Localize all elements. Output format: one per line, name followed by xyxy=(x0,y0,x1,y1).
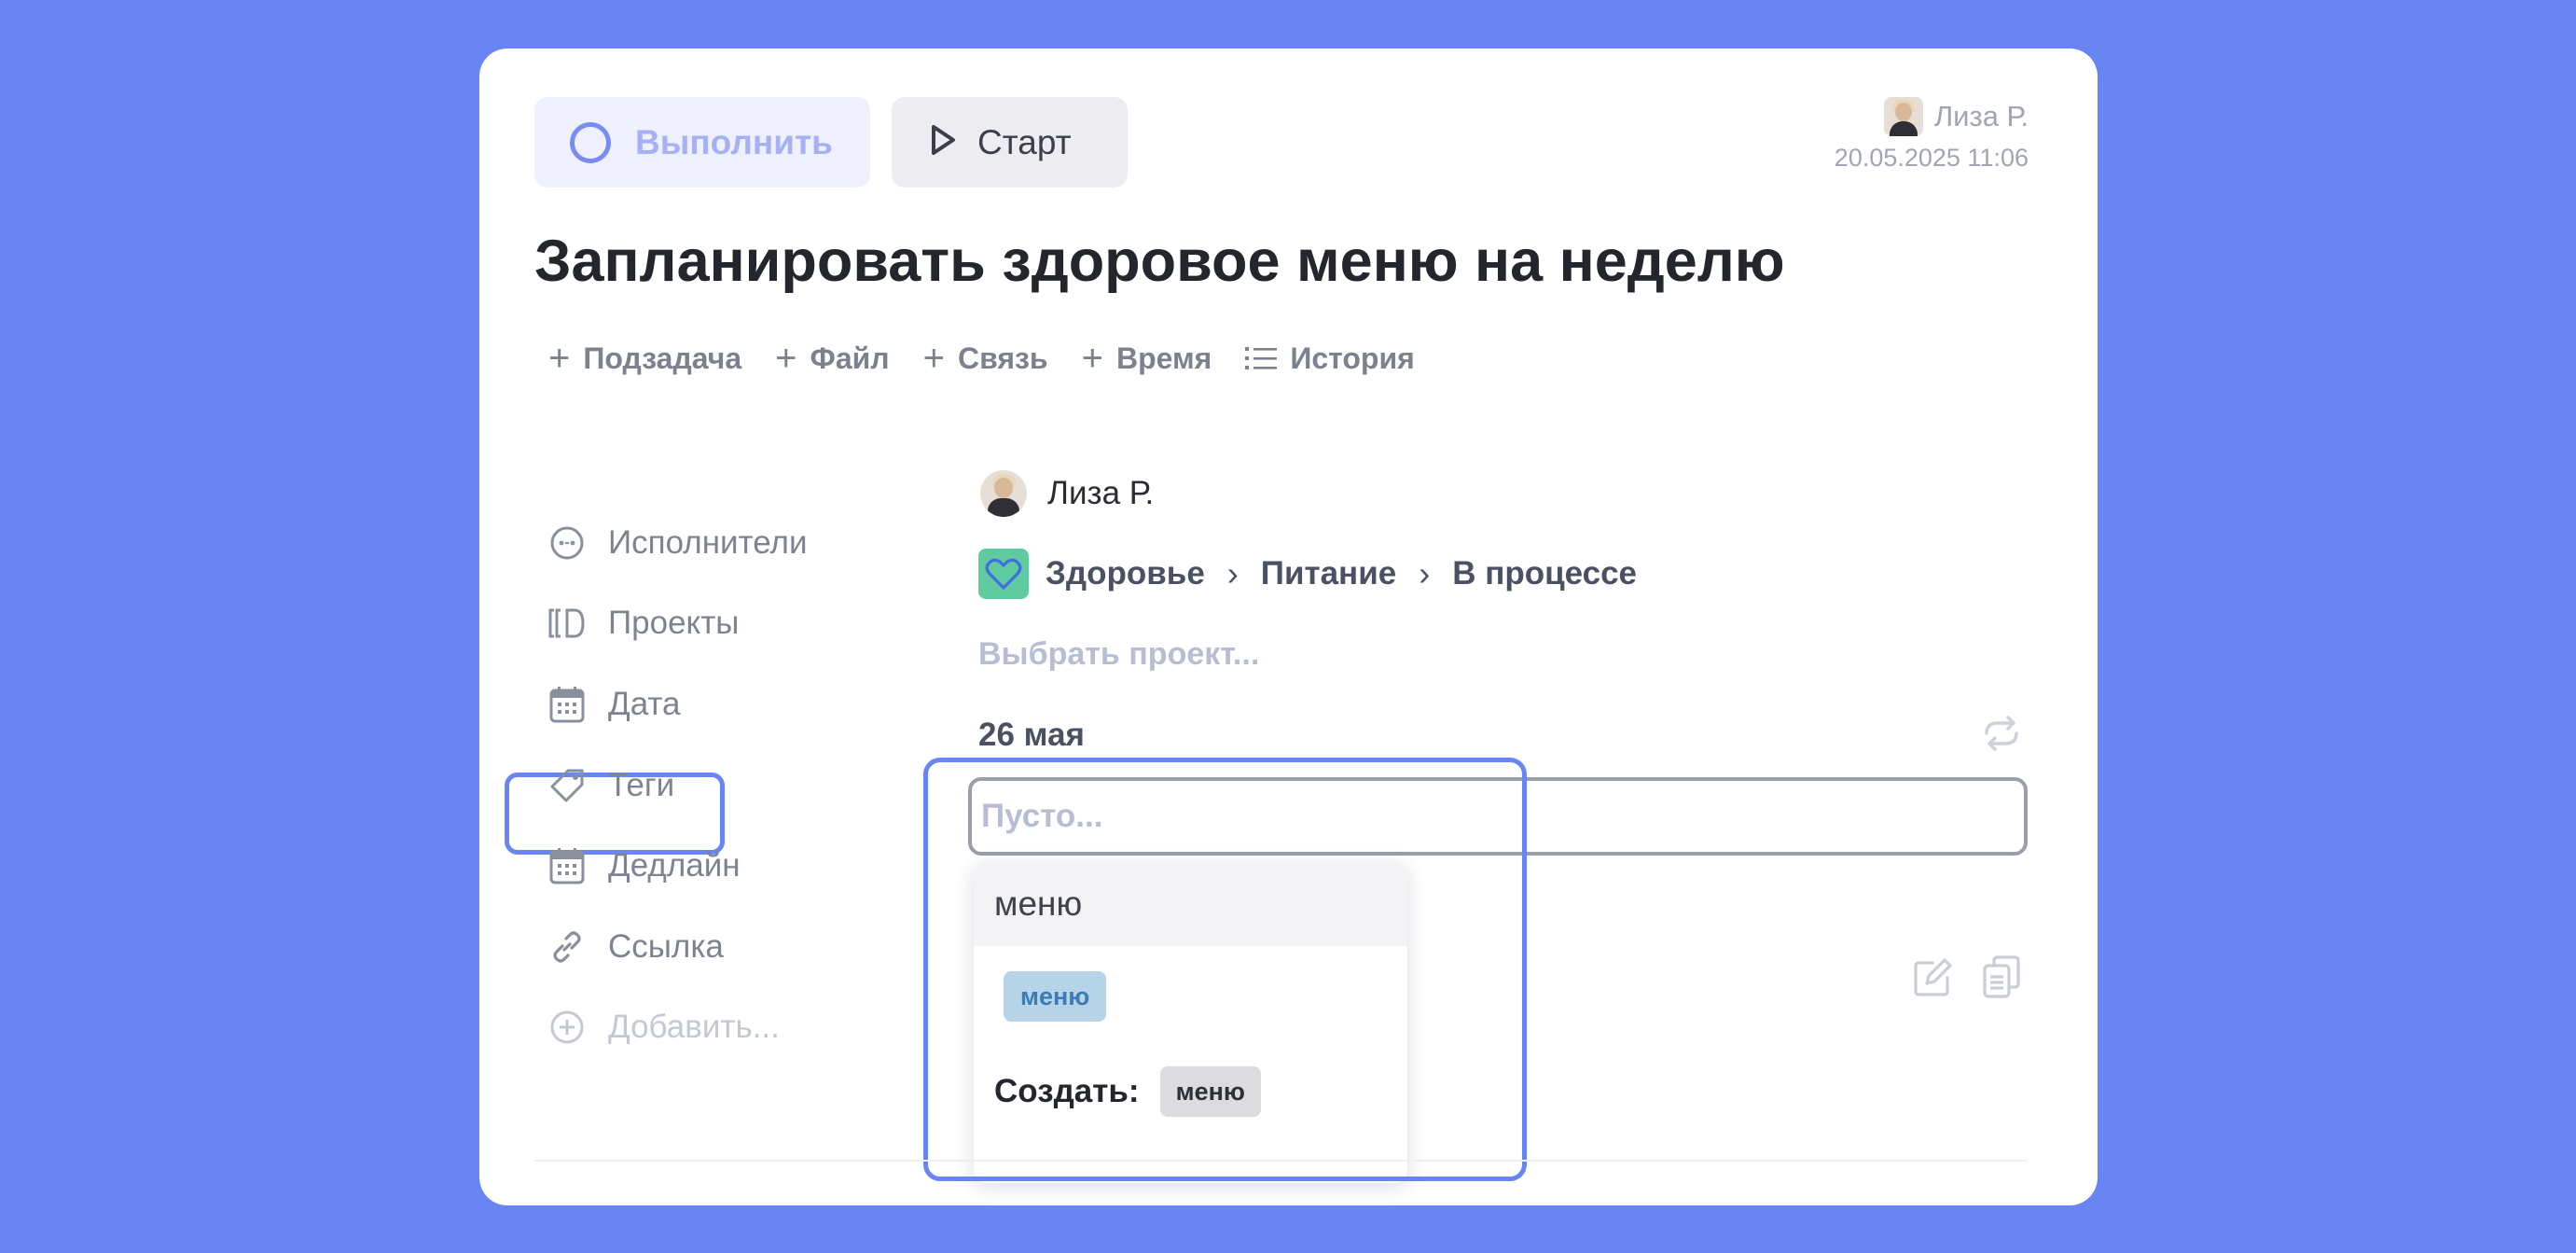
assignees-label[interactable]: Исполнители xyxy=(548,515,808,571)
add-time-button[interactable]: + Время xyxy=(1082,340,1212,377)
action-label: Связь xyxy=(957,341,1048,375)
start-button-label: Старт xyxy=(977,122,1072,161)
author-avatar xyxy=(1883,97,1923,136)
list-icon xyxy=(1245,344,1278,372)
tags-label[interactable]: Теги xyxy=(548,758,674,814)
complete-button[interactable]: Выполнить xyxy=(534,97,870,188)
add-file-button[interactable]: + Файл xyxy=(775,340,889,377)
complete-button-label: Выполнить xyxy=(635,122,833,161)
link-label[interactable]: Ссылка xyxy=(548,919,724,975)
project-crumb[interactable]: Питание xyxy=(1261,555,1396,592)
assignee-face-icon xyxy=(548,524,586,562)
plus-icon: + xyxy=(922,338,945,379)
property-label-text: Теги xyxy=(608,767,675,803)
deadline-label[interactable]: Дедлайн xyxy=(548,838,741,894)
date-label[interactable]: Дата xyxy=(548,676,681,732)
property-label-text: Исполнители xyxy=(608,524,808,561)
action-label: Время xyxy=(1115,341,1212,375)
projects-label[interactable]: Проекты xyxy=(548,595,739,651)
created-date: 20.05.2025 11:06 xyxy=(1834,144,2029,172)
plus-icon: + xyxy=(1081,338,1103,379)
project-brackets-icon xyxy=(548,605,586,642)
author-info: Лиза Р. 20.05.2025 11:06 xyxy=(1835,97,2029,173)
action-label: Подзадача xyxy=(583,341,742,375)
property-label-text: Проекты xyxy=(608,605,740,641)
divider xyxy=(534,1160,2027,1162)
add-property-button[interactable]: Добавить... xyxy=(548,999,780,1055)
project-path: Здоровье › Питание › В процессе xyxy=(978,549,1637,599)
add-link-button[interactable]: + Связь xyxy=(923,340,1048,377)
calendar-icon xyxy=(548,847,586,884)
action-label: История xyxy=(1290,341,1415,375)
property-label-text: Дата xyxy=(608,686,681,722)
task-card: Выполнить Старт Лиза Р. 20.05.2025 11:06… xyxy=(479,49,2098,1205)
chevron-right-icon: › xyxy=(1226,554,1239,592)
chevron-right-icon: › xyxy=(1419,554,1431,592)
link-icon xyxy=(548,928,586,966)
plus-icon: + xyxy=(775,338,797,379)
assignee-value[interactable]: Лиза Р. xyxy=(980,470,1154,517)
assignee-name: Лиза Р. xyxy=(1047,475,1155,511)
task-actions: + Подзадача + Файл + Связь + Время Истор… xyxy=(548,340,1448,377)
plus-circle-icon xyxy=(548,1009,586,1046)
plus-icon: + xyxy=(548,338,571,379)
history-button[interactable]: История xyxy=(1245,341,1415,376)
start-button[interactable]: Старт xyxy=(892,97,1128,188)
project-crumb[interactable]: В процессе xyxy=(1452,555,1637,592)
copy-icon[interactable] xyxy=(1981,954,2022,1004)
add-subtask-button[interactable]: + Подзадача xyxy=(548,340,741,377)
property-label-text: Ссылка xyxy=(608,928,724,965)
play-icon xyxy=(929,123,957,161)
choose-project-button[interactable]: Выбрать проект... xyxy=(978,636,1259,673)
property-label-text: Добавить... xyxy=(608,1009,780,1045)
heart-icon xyxy=(978,549,1029,599)
calendar-icon xyxy=(548,686,586,723)
circle-check-icon xyxy=(570,121,611,163)
edit-icon[interactable] xyxy=(1912,957,1953,1003)
assignee-avatar xyxy=(980,470,1027,517)
property-label-text: Дедлайн xyxy=(608,847,741,884)
date-value[interactable]: 26 мая xyxy=(978,717,1085,754)
project-crumb[interactable]: Здоровье xyxy=(1046,555,1205,592)
repeat-icon[interactable] xyxy=(1979,715,2024,757)
author-name: Лиза Р. xyxy=(1933,100,2029,132)
task-title[interactable]: Запланировать здоровое меню на неделю xyxy=(534,228,1785,295)
action-label: Файл xyxy=(810,341,890,375)
tags-field-highlight xyxy=(923,758,1527,1181)
tag-icon xyxy=(548,767,586,804)
